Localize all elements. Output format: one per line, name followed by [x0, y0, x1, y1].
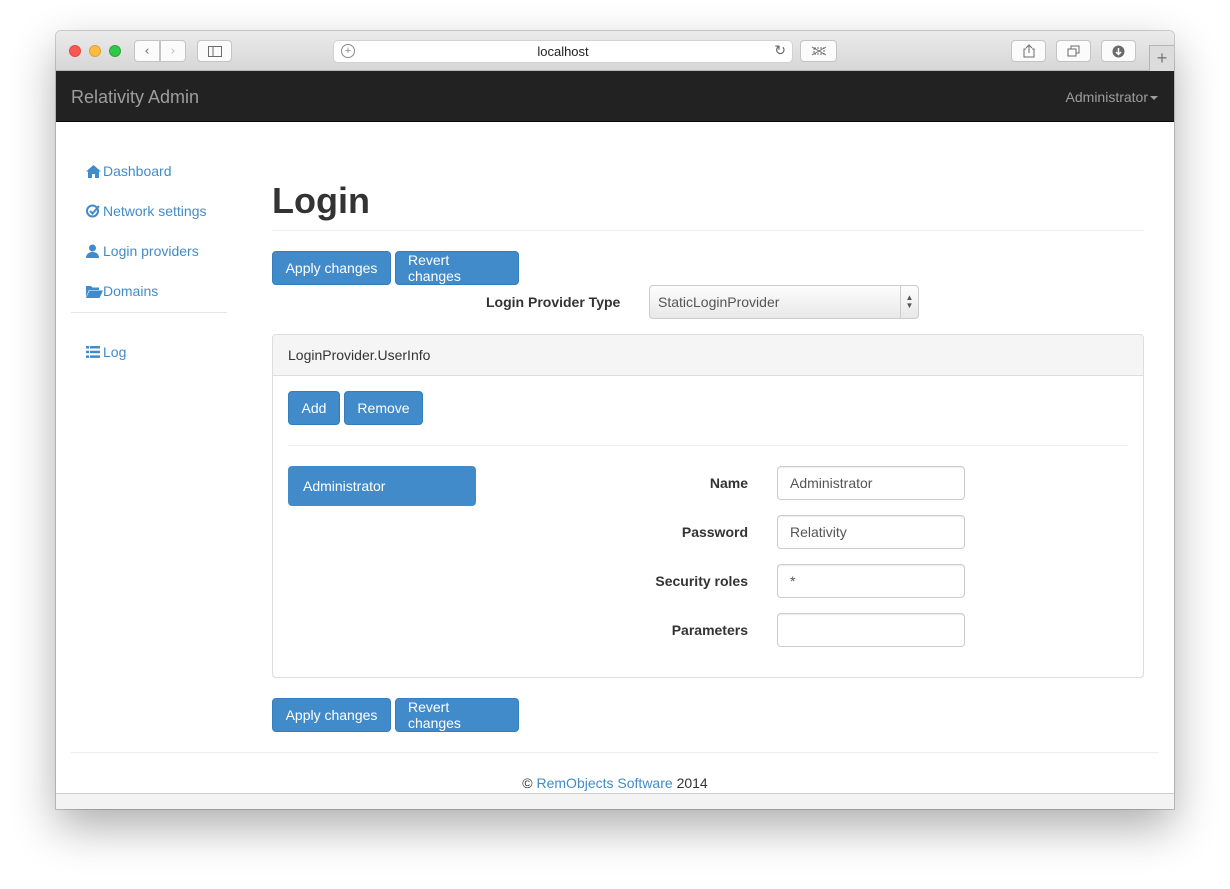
sidebar-item-login-providers[interactable]: Login providers	[71, 231, 227, 271]
footer-divider	[71, 752, 1159, 753]
sidebar-icon	[207, 45, 222, 57]
reader-icon	[811, 46, 826, 56]
apply-changes-button-bottom[interactable]: Apply changes	[272, 698, 391, 732]
remove-button[interactable]: Remove	[344, 391, 423, 425]
copyright-symbol: ©	[522, 775, 533, 791]
zoom-window-button[interactable]	[109, 45, 121, 57]
caret-down-icon	[1150, 96, 1158, 101]
share-button[interactable]	[1011, 40, 1046, 62]
add-bookmark-icon[interactable]: +	[341, 44, 355, 58]
sidebar-item-label: Log	[103, 344, 127, 360]
sidebar-item-label: Network settings	[103, 203, 207, 219]
password-input[interactable]: Relativity	[777, 515, 965, 549]
sidebar-item-dashboard[interactable]: Dashboard	[71, 151, 227, 191]
sidebar-item-label: Domains	[103, 283, 159, 299]
login-provider-type-label: Login Provider Type	[486, 294, 621, 310]
chevron-right-icon: ›	[170, 43, 176, 59]
window-bottom-edge	[56, 793, 1174, 809]
browser-toolbar: ‹ › + localhost ↻ +	[56, 31, 1174, 71]
password-label: Password	[681, 524, 748, 540]
minimize-window-button[interactable]	[89, 45, 101, 57]
forward-button[interactable]: ›	[160, 40, 186, 62]
close-window-button[interactable]	[69, 45, 81, 57]
tabs-icon	[1067, 45, 1080, 57]
show-tabs-button[interactable]	[1056, 40, 1091, 62]
security-roles-input[interactable]: *	[777, 564, 965, 598]
sidebar-divider	[71, 312, 227, 313]
parameters-label: Parameters	[671, 622, 748, 638]
parameters-input[interactable]	[777, 613, 965, 647]
revert-changes-button-bottom[interactable]: Revert changes	[395, 698, 519, 732]
company-link[interactable]: RemObjects Software	[537, 775, 673, 791]
chevron-left-icon: ‹	[144, 43, 150, 59]
userinfo-panel: LoginProvider.UserInfo Add Remove Admini…	[272, 334, 1144, 678]
browser-window: ‹ › + localhost ↻ + Relativity Admin Adm…	[56, 31, 1174, 809]
address-bar[interactable]: + localhost ↻	[333, 40, 793, 63]
side-navigation: Dashboard Network settings Login provide…	[71, 151, 227, 372]
login-provider-type-value: StaticLoginProvider	[658, 294, 780, 310]
panel-heading: LoginProvider.UserInfo	[273, 335, 1143, 376]
panel-divider	[288, 445, 1128, 446]
page-title: Login	[272, 180, 370, 221]
sidebar-item-label: Dashboard	[103, 163, 172, 179]
reload-icon[interactable]: ↻	[774, 42, 786, 59]
reader-button[interactable]	[800, 40, 837, 62]
back-button[interactable]: ‹	[134, 40, 160, 62]
select-arrows-icon: ▲ ▼	[900, 286, 918, 318]
revert-changes-button-top[interactable]: Revert changes	[395, 251, 519, 285]
name-label: Name	[709, 475, 748, 491]
name-input[interactable]: Administrator	[777, 466, 965, 500]
sidebar-item-log[interactable]: Log	[71, 332, 227, 372]
plus-icon: +	[1156, 48, 1168, 68]
show-sidebar-button[interactable]	[197, 40, 232, 62]
user-menu-label: Administrator	[1065, 89, 1148, 105]
folder-open-icon	[86, 285, 103, 298]
apply-changes-button-top[interactable]: Apply changes	[272, 251, 391, 285]
check-circle-icon	[86, 204, 103, 218]
login-provider-type-select[interactable]: StaticLoginProvider ▲ ▼	[649, 285, 919, 319]
app-navbar: Relativity Admin Administrator	[56, 71, 1174, 122]
copyright-year: 2014	[676, 775, 708, 791]
security-roles-label: Security roles	[655, 573, 748, 589]
downloads-button[interactable]	[1101, 40, 1136, 62]
new-tab-button[interactable]: +	[1149, 45, 1174, 71]
user-icon	[86, 244, 103, 258]
footer: © RemObjects Software 2014	[56, 775, 1174, 791]
home-icon	[86, 164, 103, 178]
sidebar-item-domains[interactable]: Domains	[71, 271, 227, 311]
title-divider	[272, 230, 1144, 231]
download-icon	[1112, 45, 1125, 57]
sidebar-item-label: Login providers	[103, 243, 199, 259]
list-icon	[86, 346, 103, 358]
user-list-item[interactable]: Administrator	[288, 466, 476, 506]
share-icon	[1023, 44, 1034, 58]
brand-link[interactable]: Relativity Admin	[71, 87, 199, 108]
add-button[interactable]: Add	[288, 391, 340, 425]
sidebar-item-network-settings[interactable]: Network settings	[71, 191, 227, 231]
url-text: localhost	[537, 44, 589, 59]
user-menu[interactable]: Administrator	[1066, 89, 1158, 105]
